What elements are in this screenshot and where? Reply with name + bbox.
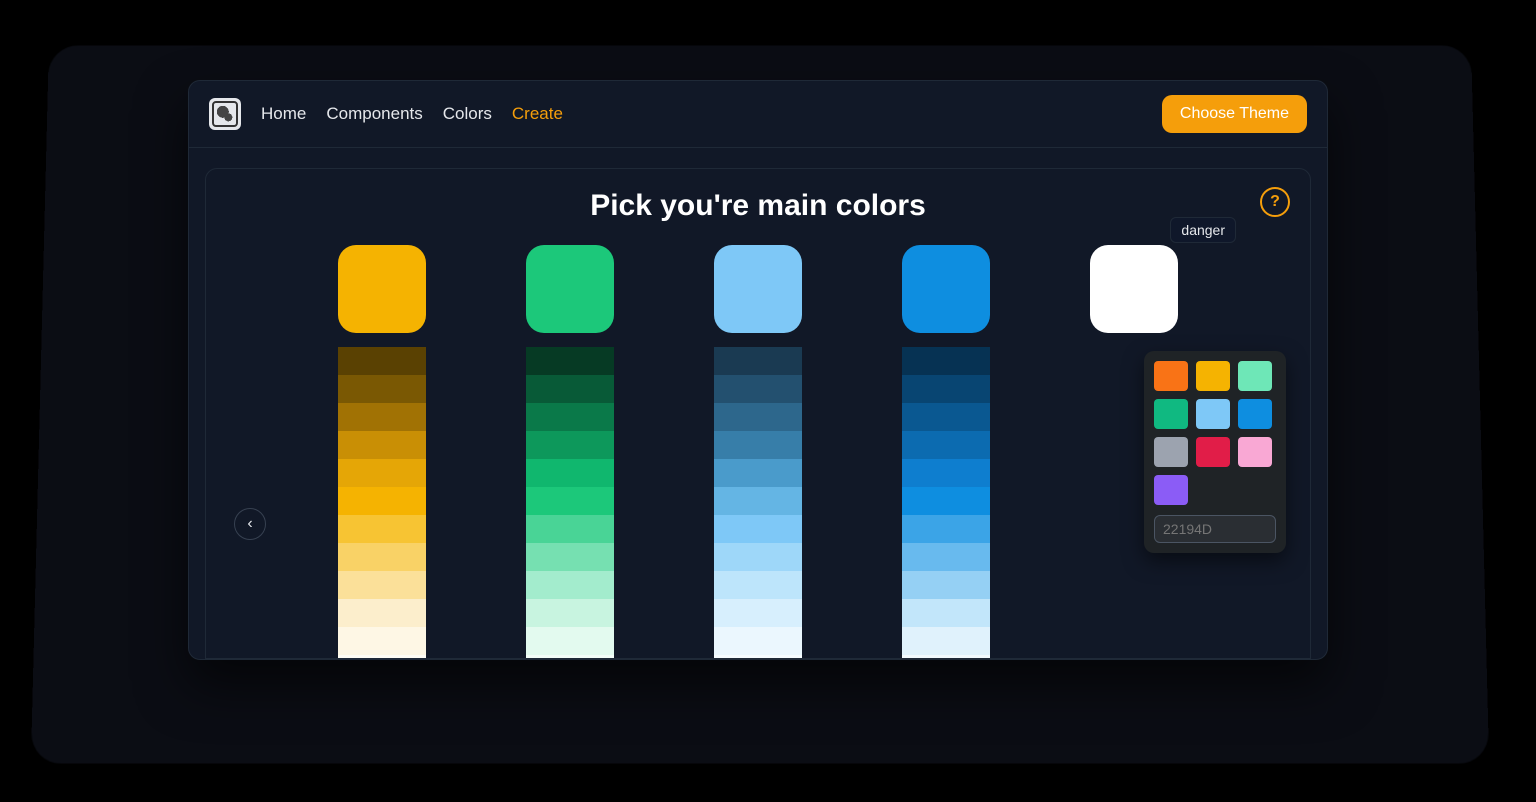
shade[interactable] (526, 515, 614, 543)
app-logo[interactable] (209, 98, 241, 130)
shade[interactable] (526, 655, 614, 659)
picker-color[interactable] (1196, 399, 1230, 429)
app-window: Home Components Colors Create Choose The… (188, 80, 1328, 660)
shade[interactable] (526, 627, 614, 655)
shade[interactable] (902, 487, 990, 515)
shade[interactable] (338, 431, 426, 459)
shade[interactable] (714, 431, 802, 459)
shade[interactable] (338, 403, 426, 431)
shade[interactable] (902, 347, 990, 375)
choose-theme-button[interactable]: Choose Theme (1162, 95, 1307, 133)
swatch-amber[interactable] (338, 245, 426, 333)
picker-grid (1154, 361, 1276, 505)
shade[interactable] (338, 347, 426, 375)
nav-colors[interactable]: Colors (443, 104, 492, 124)
picker-color[interactable] (1154, 361, 1188, 391)
shade[interactable] (526, 571, 614, 599)
shade[interactable] (902, 627, 990, 655)
shade[interactable] (338, 459, 426, 487)
shade[interactable] (714, 655, 802, 659)
picker-color[interactable] (1196, 361, 1230, 391)
picker-color[interactable] (1238, 399, 1272, 429)
shade-stack-green (526, 347, 614, 659)
hex-input[interactable] (1154, 515, 1276, 543)
navbar: Home Components Colors Create Choose The… (189, 81, 1327, 148)
page-title: Pick you're main colors (234, 189, 1282, 223)
shade[interactable] (338, 375, 426, 403)
shade[interactable] (714, 515, 802, 543)
shade-stack-sky (714, 347, 802, 659)
shade[interactable] (338, 655, 426, 659)
shade[interactable] (714, 543, 802, 571)
shade[interactable] (902, 431, 990, 459)
shade[interactable] (902, 403, 990, 431)
shade[interactable] (526, 403, 614, 431)
color-column-amber (338, 245, 426, 659)
color-column-danger (1090, 245, 1178, 347)
nav-create[interactable]: Create (512, 104, 563, 124)
swatch-danger[interactable] (1090, 245, 1178, 333)
help-button[interactable]: ? (1260, 187, 1290, 217)
shade[interactable] (714, 571, 802, 599)
picker-color[interactable] (1238, 361, 1272, 391)
shade-stack-blue (902, 347, 990, 659)
shade[interactable] (338, 571, 426, 599)
shade[interactable] (714, 487, 802, 515)
color-picker-popover (1144, 351, 1286, 553)
shade[interactable] (526, 487, 614, 515)
shade[interactable] (902, 375, 990, 403)
shade[interactable] (714, 347, 802, 375)
picker-color[interactable] (1154, 437, 1188, 467)
shade[interactable] (902, 655, 990, 659)
shade[interactable] (902, 599, 990, 627)
shade[interactable] (902, 543, 990, 571)
nav-links: Home Components Colors Create (261, 104, 563, 124)
chevron-left-icon: ‹ (247, 515, 252, 533)
shade-stack-amber (338, 347, 426, 659)
shade[interactable] (714, 403, 802, 431)
shade[interactable] (338, 515, 426, 543)
shade[interactable] (714, 375, 802, 403)
shade[interactable] (338, 627, 426, 655)
shade[interactable] (714, 599, 802, 627)
prev-button[interactable]: ‹ (234, 508, 266, 540)
shade[interactable] (526, 431, 614, 459)
shade[interactable] (526, 347, 614, 375)
shade[interactable] (526, 599, 614, 627)
shade[interactable] (526, 375, 614, 403)
shade[interactable] (526, 543, 614, 571)
shade[interactable] (902, 459, 990, 487)
shade[interactable] (526, 459, 614, 487)
color-column-sky (714, 245, 802, 659)
color-carousel: ‹ › (234, 245, 1282, 659)
picker-color[interactable] (1154, 475, 1188, 505)
shade[interactable] (714, 627, 802, 655)
swatch-blue[interactable] (902, 245, 990, 333)
tooltip-danger: danger (1170, 217, 1236, 243)
picker-color[interactable] (1238, 437, 1272, 467)
swatch-green[interactable] (526, 245, 614, 333)
nav-components[interactable]: Components (326, 104, 422, 124)
content-panel: Pick you're main colors ? danger ‹ › (205, 168, 1311, 659)
shade[interactable] (902, 515, 990, 543)
picker-color[interactable] (1196, 437, 1230, 467)
picker-color[interactable] (1154, 399, 1188, 429)
nav-home[interactable]: Home (261, 104, 306, 124)
shade[interactable] (338, 599, 426, 627)
shade[interactable] (902, 571, 990, 599)
shade[interactable] (714, 459, 802, 487)
color-column-blue (902, 245, 990, 659)
color-columns (338, 245, 1178, 659)
swatch-sky[interactable] (714, 245, 802, 333)
color-column-green (526, 245, 614, 659)
shade[interactable] (338, 487, 426, 515)
shade[interactable] (338, 543, 426, 571)
